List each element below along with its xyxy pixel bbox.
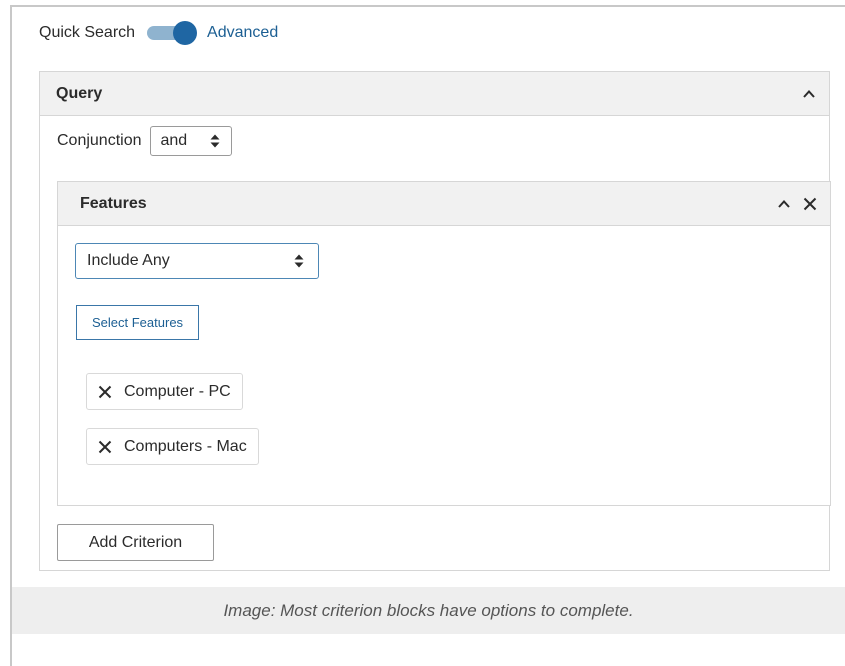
features-panel-header[interactable]: Features (58, 182, 830, 226)
feature-chip-label: Computer - PC (124, 382, 231, 400)
updown-icon (210, 134, 219, 148)
feature-chip-label: Computers - Mac (124, 437, 247, 455)
add-criterion-button[interactable]: Add Criterion (57, 524, 214, 561)
select-features-button[interactable]: Select Features (76, 305, 200, 340)
conjunction-row: Conjunction and (57, 126, 232, 156)
conjunction-value: and (160, 132, 188, 149)
quick-search-label[interactable]: Quick Search (39, 24, 135, 42)
remove-chip-icon[interactable] (97, 384, 113, 400)
search-mode-switch[interactable] (147, 21, 199, 45)
advanced-label[interactable]: Advanced (207, 24, 278, 42)
features-header-icons (776, 196, 818, 212)
include-mode-select[interactable]: Include Any (75, 243, 319, 279)
feature-chip: Computers - Mac (86, 428, 259, 465)
include-mode-value: Include Any (87, 252, 170, 269)
search-frame: Quick Search Advanced Query Conjunction … (10, 5, 845, 666)
image-caption: Image: Most criterion blocks have option… (12, 587, 845, 634)
query-panel-header[interactable]: Query (40, 72, 829, 116)
search-mode-toggle-row: Quick Search Advanced (39, 21, 278, 45)
switch-knob[interactable] (173, 21, 198, 45)
features-title: Features (80, 194, 147, 212)
query-title: Query (56, 84, 103, 102)
remove-chip-icon[interactable] (97, 439, 113, 455)
conjunction-label: Conjunction (57, 132, 142, 149)
chevron-up-icon[interactable] (776, 196, 792, 212)
updown-icon (294, 254, 304, 268)
features-panel: Features Include Any Select Features Com… (57, 181, 831, 506)
close-icon[interactable] (802, 196, 818, 212)
query-header-icons (801, 86, 817, 102)
feature-chip: Computer - PC (86, 373, 243, 410)
chevron-up-icon[interactable] (801, 86, 817, 102)
conjunction-select[interactable]: and (149, 126, 232, 156)
query-panel: Query Conjunction and Features Include A… (39, 71, 831, 571)
